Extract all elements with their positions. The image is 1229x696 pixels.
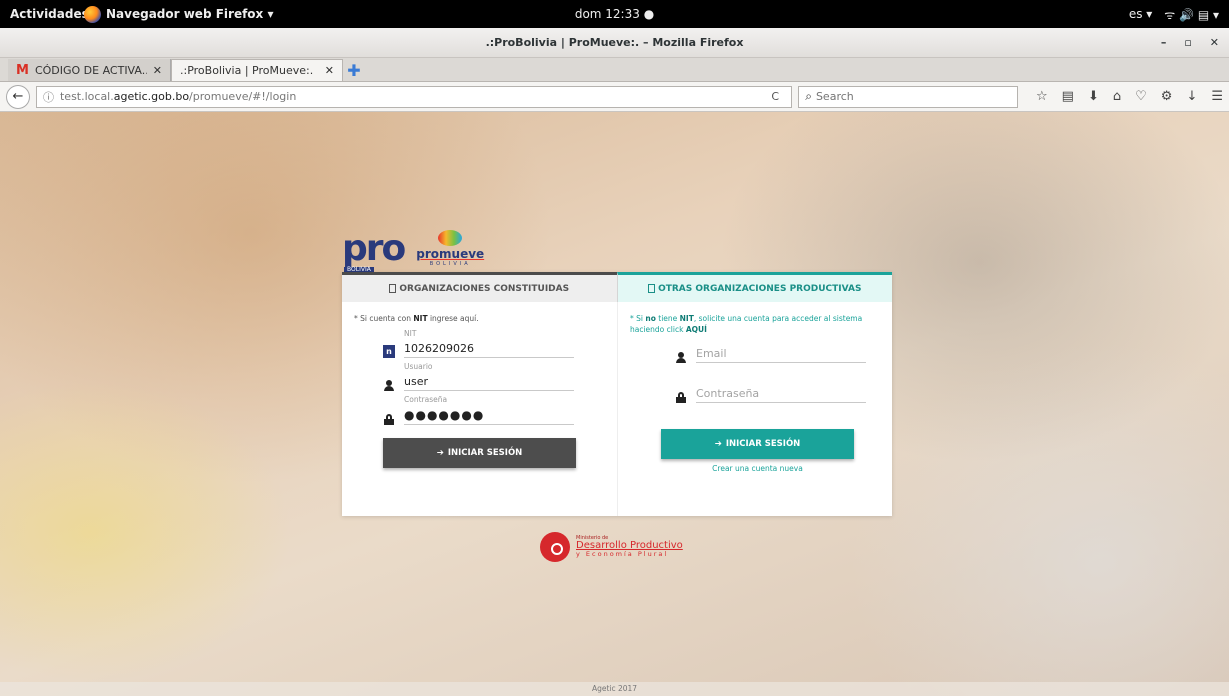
nit-label: NIT — [404, 328, 417, 338]
login-card: ORGANIZACIONES CONSTITUIDAS OTRAS ORGANI… — [342, 272, 892, 516]
download-status-icon[interactable]: ↓ — [1186, 89, 1197, 104]
create-account-link[interactable]: Crear una cuenta nueva — [661, 464, 854, 473]
minimize-button[interactable]: – — [1161, 36, 1167, 49]
app-menu-label: Navegador web Firefox ▾ — [106, 7, 274, 21]
aqui-link[interactable]: AQUÍ — [686, 325, 707, 334]
activities-button[interactable]: Actividades — [0, 7, 89, 21]
pocket-icon[interactable]: ♡ — [1135, 89, 1147, 104]
sign-in-icon: ➔ — [714, 439, 722, 449]
extension-icon[interactable]: ⚙ — [1161, 89, 1173, 104]
firefox-icon — [84, 5, 101, 23]
downloads-icon[interactable]: ⬇ — [1088, 89, 1099, 104]
lock-icon — [382, 411, 396, 425]
nit-input[interactable] — [404, 339, 574, 358]
footer: Agetic 2017 — [0, 682, 1229, 696]
gear-logo-icon — [540, 532, 570, 562]
bookmarks-list-icon[interactable]: ▤ — [1062, 89, 1074, 104]
window-title-bar: .:ProBolivia | ProMueve:. – Mozilla Fire… — [0, 28, 1229, 58]
email-input[interactable] — [696, 345, 866, 363]
constituted-login-form: * Si cuenta con NIT ingrese aquí. n NIT … — [342, 302, 617, 516]
page-content: pro BOLIVIA promueve BOLIVIA ORGANIZACIO… — [0, 112, 1229, 696]
promueve-mark-icon — [438, 230, 463, 246]
home-icon[interactable]: ⌂ — [1113, 89, 1121, 104]
menu-icon[interactable]: ☰ — [1211, 89, 1223, 104]
password-input-other[interactable] — [696, 385, 866, 403]
app-menu[interactable]: Navegador web Firefox ▾ — [84, 5, 274, 23]
login-button-other[interactable]: ➔ INICIAR SESIÓN — [661, 429, 854, 459]
tab-gmail[interactable]: M CÓDIGO DE ACTIVA... ✕ — [8, 59, 171, 81]
back-arrow-icon: ← — [12, 89, 24, 104]
login-button-constituted[interactable]: ➔ INICIAR SESIÓN — [383, 438, 576, 468]
new-tab-icon[interactable]: ✚ — [343, 59, 365, 81]
lock-icon — [674, 389, 688, 403]
nit-note: * Si cuenta con NIT ingrese aquí. — [354, 314, 479, 323]
password-label: Contraseña — [404, 394, 448, 404]
search-bar[interactable]: ⌕ — [798, 85, 1018, 108]
document-icon — [389, 284, 397, 293]
back-button[interactable]: ← — [6, 84, 30, 109]
nit-icon: n — [382, 344, 396, 358]
navigation-bar: ← ⓘ test.local.agetic.gob.bo/promueve/#!… — [0, 82, 1229, 112]
ministry-logo: Ministerio de Desarrollo Productivo y Ec… — [540, 532, 683, 562]
user-label: Usuario — [404, 361, 433, 371]
no-nit-note: * Si no tiene NIT, solicite una cuenta p… — [630, 314, 863, 334]
maximize-button[interactable]: ▫ — [1184, 36, 1191, 49]
window-title: .:ProBolivia | ProMueve:. – Mozilla Fire… — [485, 36, 744, 49]
user-input[interactable] — [404, 372, 574, 391]
gmail-icon: M — [16, 62, 29, 78]
tab-organizaciones-constituidas[interactable]: ORGANIZACIONES CONSTITUIDAS — [342, 272, 617, 302]
site-info-icon[interactable]: ⓘ — [43, 89, 54, 105]
tab-bar: M CÓDIGO DE ACTIVA... ✕ .:ProBolivia | P… — [0, 58, 1229, 82]
search-icon: ⌕ — [805, 89, 812, 103]
url-bar[interactable]: ⓘ test.local.agetic.gob.bo/promueve/#!/l… — [35, 85, 793, 108]
logos: pro BOLIVIA promueve BOLIVIA — [342, 228, 484, 273]
status-icons[interactable]: ᯤ 🔊 ▤ ▾ — [1164, 6, 1219, 23]
user-icon — [674, 349, 688, 363]
password-input[interactable] — [404, 405, 574, 425]
tab-close-icon[interactable]: ✕ — [325, 64, 334, 77]
promueve-logo: promueve BOLIVIA — [416, 230, 484, 267]
tab-otras-organizaciones[interactable]: OTRAS ORGANIZACIONES PRODUCTIVAS — [616, 272, 892, 302]
user-icon — [382, 377, 396, 391]
document-icon — [648, 284, 656, 293]
tab-title: CÓDIGO DE ACTIVA... — [34, 63, 147, 77]
probolivia-logo: pro BOLIVIA — [342, 228, 406, 273]
search-input[interactable] — [815, 90, 996, 103]
tab-close-icon[interactable]: ✕ — [153, 64, 162, 77]
tab-title: .:ProBolivia | ProMueve:. — [180, 64, 314, 77]
language-indicator[interactable]: es ▾ — [1129, 7, 1152, 21]
bookmark-star-icon[interactable]: ☆ — [1036, 89, 1048, 104]
tab-probolivia[interactable]: .:ProBolivia | ProMueve:. ✕ — [171, 59, 343, 81]
reload-icon[interactable]: C — [765, 90, 785, 103]
sign-in-icon: ➔ — [436, 448, 444, 458]
other-login-form: * Si no tiene NIT, solicite una cuenta p… — [617, 302, 892, 516]
url-text: test.local.agetic.gob.bo/promueve/#!/log… — [59, 90, 297, 103]
close-window-button[interactable]: ✕ — [1210, 36, 1219, 49]
system-top-bar: Actividades Navegador web Firefox ▾ dom … — [0, 0, 1229, 28]
